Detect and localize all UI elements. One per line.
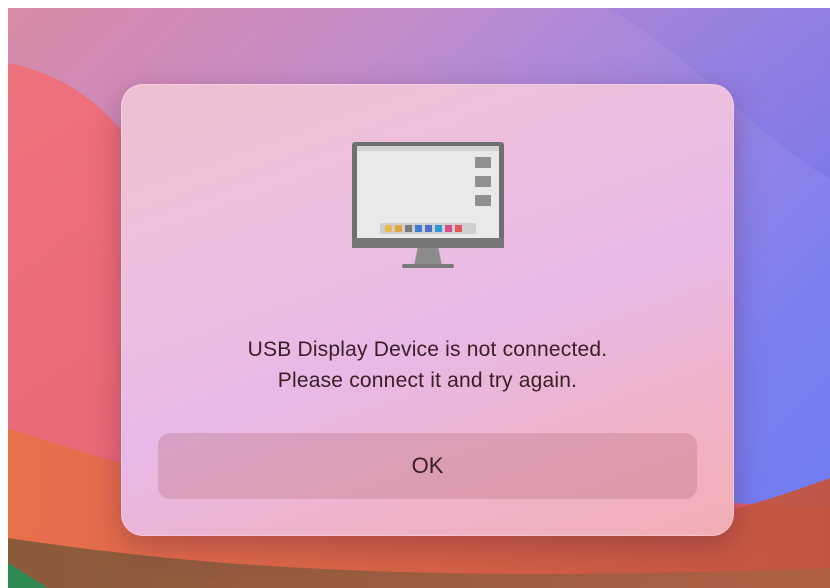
alert-dialog: USB Display Device is not connected. Ple… (121, 84, 734, 536)
message-line-1: USB Display Device is not connected. (247, 338, 608, 361)
message-line-2: Please connect it and try again. (277, 369, 578, 392)
alert-message: USB Display Device is not connected. Ple… (121, 334, 734, 396)
monitor-icon (352, 142, 504, 268)
ok-button[interactable]: OK (158, 433, 697, 499)
